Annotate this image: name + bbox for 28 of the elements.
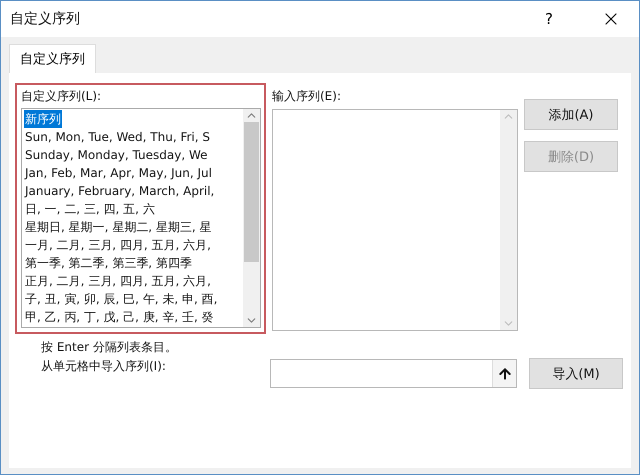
list-item[interactable]: 新序列 [24, 110, 62, 128]
help-button[interactable]: ? [529, 4, 569, 34]
list-item[interactable]: Sun, Mon, Tue, Wed, Thu, Fri, S [24, 128, 212, 146]
tab[interactable]: 自定义序列 [9, 44, 96, 73]
list-item[interactable]: Sunday, Monday, Tuesday, We [24, 146, 209, 164]
list-item[interactable]: 一月, 二月, 三月, 四月, 五月, 六月, [24, 236, 212, 254]
entries-field[interactable] [272, 109, 518, 331]
entries-label: 输入序列(E): [272, 88, 342, 105]
list-item[interactable]: 日, 一, 二, 三, 四, 五, 六 [24, 200, 156, 218]
list-label: 自定义序列(L): [21, 88, 102, 105]
import-button[interactable]: 导入(M) [529, 358, 623, 389]
scrollbar[interactable] [500, 110, 517, 330]
import-range-field[interactable] [270, 359, 517, 388]
list-item[interactable]: 第一季, 第二季, 第三季, 第四季 [24, 254, 193, 272]
window-title: 自定义序列 [10, 10, 81, 28]
import-label: 从单元格中导入序列(I): [41, 358, 167, 375]
scrollbar[interactable] [243, 109, 260, 327]
scroll-thumb[interactable] [244, 122, 259, 262]
list-item[interactable]: 子, 丑, 寅, 卯, 辰, 巳, 午, 未, 申, 酉, [24, 290, 218, 308]
collapse-button[interactable] [492, 360, 516, 387]
list-item[interactable]: January, February, March, April, [24, 182, 216, 200]
add-button[interactable]: 添加(A) [524, 99, 618, 130]
custom-list-box[interactable] [21, 108, 261, 328]
hint-text: 按 Enter 分隔列表条目。 [41, 339, 178, 356]
list-item[interactable]: 甲, 乙, 丙, 丁, 戊, 己, 庚, 辛, 壬, 癸 [24, 308, 215, 326]
list-item[interactable]: 正月, 二月, 三月, 四月, 五月, 六月, [24, 272, 212, 290]
list-item[interactable]: 星期日, 星期一, 星期二, 星期三, 星 [24, 218, 213, 236]
list-item[interactable]: Jan, Feb, Mar, Apr, May, Jun, Jul [24, 164, 213, 182]
